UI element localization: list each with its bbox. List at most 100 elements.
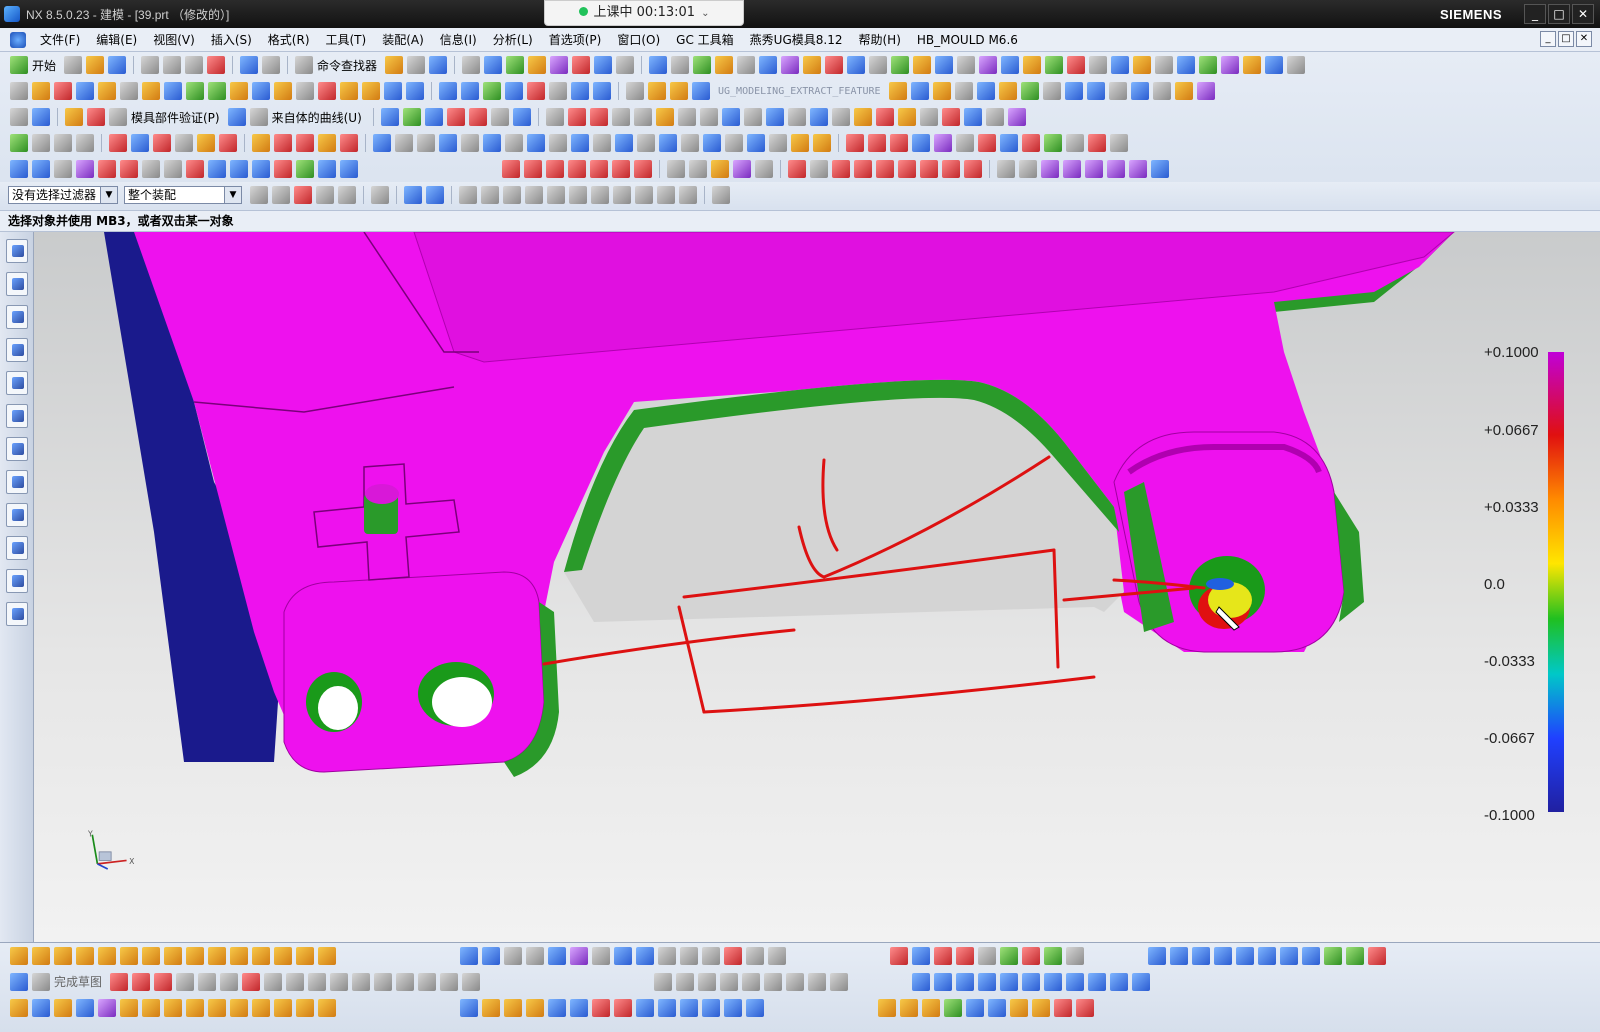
toolbar-icon[interactable]	[941, 108, 960, 126]
toolbar-icon[interactable]	[998, 82, 1017, 100]
toolbar-icon[interactable]	[1110, 134, 1128, 152]
toolbar-icon[interactable]	[890, 134, 908, 152]
toolbar-icon[interactable]	[711, 160, 729, 178]
toolbar-icon[interactable]	[340, 160, 358, 178]
toolbar-icon[interactable]	[742, 972, 761, 991]
toolbar-icon[interactable]	[32, 82, 50, 100]
toolbar-icon[interactable]	[614, 946, 632, 965]
open-folder-icon[interactable]	[86, 56, 105, 74]
toolbar-icon[interactable]	[655, 108, 674, 126]
part-navigator-icon[interactable]	[6, 305, 28, 329]
toolbar-icon[interactable]	[252, 134, 270, 152]
toolbar-icon[interactable]	[208, 160, 226, 178]
menu-edit[interactable]: 编辑(E)	[88, 31, 145, 48]
toolbar-icon[interactable]	[570, 998, 588, 1017]
toolbar-icon[interactable]	[912, 134, 930, 152]
toolbar-icon[interactable]	[1133, 56, 1152, 74]
toolbar-icon[interactable]	[318, 998, 336, 1017]
toolbar-icon[interactable]	[680, 946, 698, 965]
toolbar-icon[interactable]	[109, 108, 127, 126]
toolbar-icon[interactable]	[308, 972, 327, 991]
toolbar-icon[interactable]	[715, 56, 734, 74]
toolbar-icon[interactable]	[550, 56, 569, 74]
curve-from-body-menu[interactable]: 来自体的曲线(U)	[272, 109, 362, 126]
toolbar-icon[interactable]	[490, 108, 509, 126]
toolbar-icon[interactable]	[10, 82, 28, 100]
toolbar-icon[interactable]	[10, 972, 28, 991]
toolbar-icon[interactable]	[54, 82, 72, 100]
toolbar-icon[interactable]	[1324, 946, 1342, 965]
toolbar-icon[interactable]	[65, 108, 83, 126]
toolbar-icon[interactable]	[1152, 82, 1171, 100]
toolbar-icon[interactable]	[633, 108, 652, 126]
manufacturing-wizard-icon[interactable]	[6, 536, 28, 560]
toolbar-icon[interactable]	[676, 972, 695, 991]
toolbar-icon[interactable]	[853, 108, 872, 126]
toolbar-icon[interactable]	[418, 972, 437, 991]
toolbar-icon[interactable]	[934, 134, 952, 152]
toolbar-icon[interactable]	[274, 134, 292, 152]
toolbar-icon[interactable]	[505, 134, 523, 152]
toolbar-icon[interactable]	[571, 134, 589, 152]
toolbar-icon[interactable]	[964, 160, 982, 178]
toolbar-icon[interactable]	[502, 160, 520, 178]
toolbar-icon[interactable]	[832, 160, 850, 178]
toolbar-icon[interactable]	[98, 998, 116, 1017]
toolbar-icon[interactable]	[854, 160, 872, 178]
toolbar-icon[interactable]	[935, 56, 954, 74]
toolbar-icon[interactable]	[890, 946, 908, 965]
toolbar-icon[interactable]	[186, 998, 204, 1017]
toolbar-icon[interactable]	[549, 82, 567, 100]
toolbar-icon[interactable]	[76, 946, 94, 965]
toolbar-icon[interactable]	[230, 160, 248, 178]
toolbar-icon[interactable]	[417, 134, 435, 152]
toolbar-icon[interactable]	[934, 946, 952, 965]
toolbar-icon[interactable]	[407, 56, 426, 74]
toolbar-icon[interactable]	[769, 134, 787, 152]
toolbar-icon[interactable]	[648, 82, 666, 100]
toolbar-icon[interactable]	[482, 946, 500, 965]
toolbar-icon[interactable]	[720, 972, 739, 991]
toolbar-icon[interactable]	[548, 946, 566, 965]
toolbar-icon[interactable]	[712, 186, 730, 204]
toolbar-icon[interactable]	[164, 946, 182, 965]
toolbar-icon[interactable]	[230, 998, 248, 1017]
toolbar-icon[interactable]	[830, 972, 849, 991]
toolbar-icon[interactable]	[876, 160, 894, 178]
toolbar-icon[interactable]	[142, 998, 160, 1017]
menu-assemblies[interactable]: 装配(A)	[374, 31, 432, 48]
toolbar-icon[interactable]	[252, 160, 270, 178]
toolbar-icon[interactable]	[395, 134, 413, 152]
toolbar-icon[interactable]	[439, 134, 457, 152]
toolbar-icon[interactable]	[545, 108, 564, 126]
toolbar-icon[interactable]	[274, 946, 292, 965]
toolbar-icon[interactable]	[120, 82, 138, 100]
toolbar-icon[interactable]	[462, 56, 481, 74]
toolbar-icon[interactable]	[87, 108, 105, 126]
toolbar-icon[interactable]	[912, 972, 931, 991]
menu-information[interactable]: 信息(I)	[432, 31, 485, 48]
toolbar-icon[interactable]	[572, 56, 591, 74]
nx-app-icon[interactable]	[4, 6, 20, 22]
toolbar-icon[interactable]	[1010, 998, 1028, 1017]
toolbar-icon[interactable]	[208, 82, 226, 100]
toolbar-icon[interactable]	[484, 56, 503, 74]
toolbar-icon[interactable]	[54, 134, 72, 152]
toolbar-icon[interactable]	[504, 998, 522, 1017]
toolbar-icon[interactable]	[528, 56, 547, 74]
toolbar-icon[interactable]	[404, 186, 422, 204]
menu-gc-toolkit[interactable]: GC 工具箱	[668, 31, 742, 48]
toolbar-icon[interactable]	[197, 134, 215, 152]
toolbar-icon[interactable]	[1243, 56, 1262, 74]
menu-analysis[interactable]: 分析(L)	[485, 31, 541, 48]
toolbar-icon[interactable]	[373, 134, 391, 152]
toolbar-icon[interactable]	[702, 946, 720, 965]
toolbar-icon[interactable]	[296, 160, 314, 178]
toolbar-icon[interactable]	[132, 972, 151, 991]
toolbar-icon[interactable]	[1089, 56, 1108, 74]
toolbar-icon[interactable]	[252, 946, 270, 965]
toolbar-icon[interactable]	[957, 56, 976, 74]
toolbar-icon[interactable]	[724, 946, 742, 965]
menu-insert[interactable]: 插入(S)	[203, 31, 260, 48]
toolbar-icon[interactable]	[978, 972, 997, 991]
